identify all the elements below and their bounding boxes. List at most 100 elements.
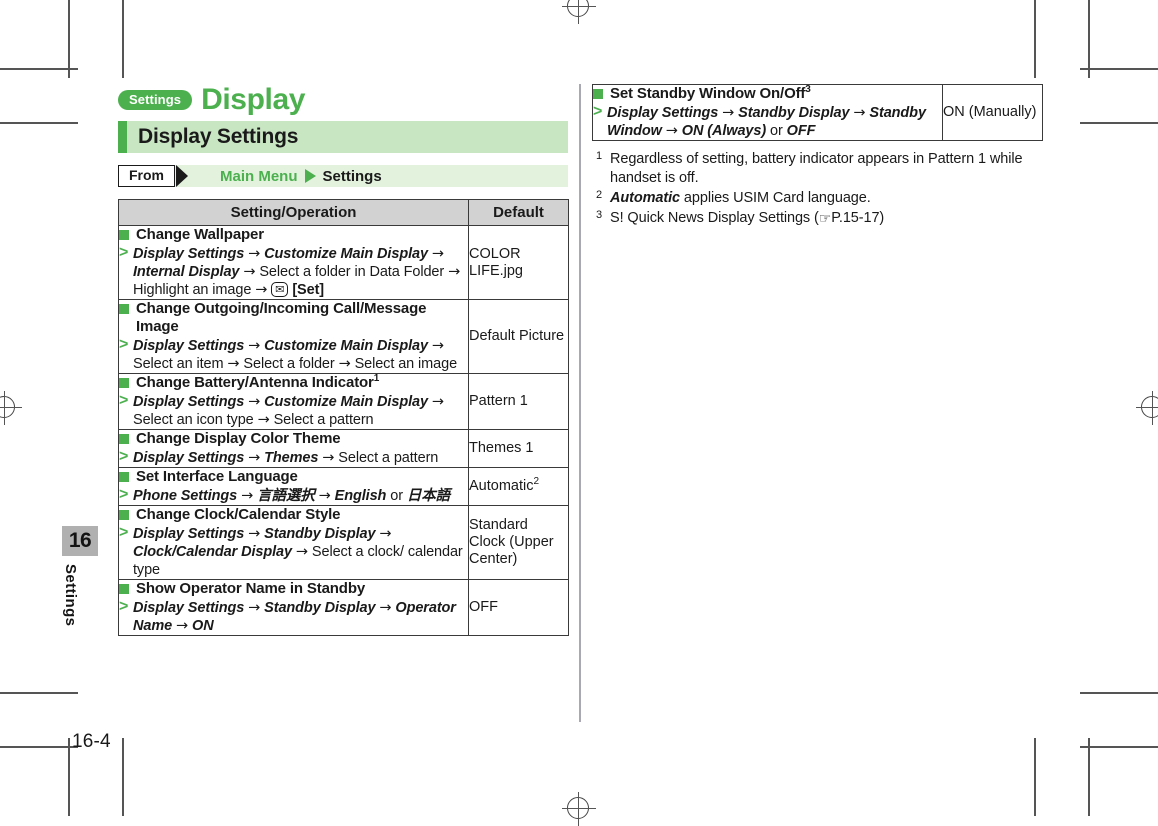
- column-header-setting-operation: Setting/Operation: [118, 199, 469, 226]
- step-menu-item: Clock/Calendar Display: [133, 544, 292, 560]
- step-menu-item: Display Settings: [133, 394, 245, 410]
- table-row: Change Clock/Calendar Style > Display Sett…: [118, 505, 569, 580]
- operation-steps: > Display Settings → Standby Display → St…: [593, 103, 942, 140]
- step-arrow-icon: →: [322, 450, 335, 466]
- from-marker: From: [118, 165, 188, 187]
- step-menu-item: 言語選択: [257, 488, 315, 504]
- setting-name: Set Interface Language: [119, 468, 468, 486]
- step-key-label: [Set]: [292, 282, 325, 298]
- step-arrow-icon: →: [295, 544, 308, 560]
- bullet-square-icon: [119, 472, 129, 482]
- step-arrow-icon: →: [248, 246, 261, 262]
- step-menu-item: 日本語: [406, 488, 451, 504]
- settings-table: Setting/Operation Default Change Wallpap…: [118, 199, 569, 636]
- page-title-text: Display: [201, 83, 306, 116]
- step-menu-item: Internal Display: [133, 264, 240, 280]
- setting-operation-cell: Change Battery/Antenna Indicator1 > Displa…: [118, 373, 469, 430]
- step-arrow-icon: →: [665, 123, 678, 139]
- left-column: Settings Display Display Settings From M…: [118, 83, 569, 636]
- bullet-square-icon: [119, 230, 129, 240]
- setting-operation-cell: Set Interface Language > Phone Settings → …: [118, 467, 469, 506]
- step-arrow-icon: →: [338, 356, 351, 372]
- step-arrow-icon: →: [241, 488, 254, 504]
- section-header-text: Display Settings: [138, 125, 299, 148]
- setting-operation-cell: Change Clock/Calendar Style > Display Sett…: [118, 505, 469, 580]
- manual-page: 16 Settings 16-4 Settings Display Displa…: [0, 0, 1158, 816]
- step-text: or: [770, 123, 783, 139]
- table-row: Set Interface Language > Phone Settings → …: [118, 467, 569, 506]
- step-menu-item: Customize Main Display: [264, 246, 428, 262]
- step-menu-item: ON: [192, 618, 214, 634]
- step-menu-item: Display Settings: [607, 105, 719, 121]
- step-menu-item: Standby Display: [738, 105, 850, 121]
- step-arrow-icon: →: [318, 488, 331, 504]
- step-menu-item: Display Settings: [133, 526, 245, 542]
- table-row: Change Wallpaper > Display Settings → Cust…: [118, 225, 569, 300]
- step-menu-item: Customize Main Display: [264, 394, 428, 410]
- footnote: 3 S! Quick News Display Settings (☞P.15-1…: [594, 209, 1042, 229]
- bullet-square-icon: [119, 304, 129, 314]
- bullet-square-icon: [593, 89, 603, 99]
- step-text: Highlight an image: [133, 282, 252, 298]
- setting-name: Change Clock/Calendar Style: [119, 506, 468, 524]
- operation-steps: > Display Settings → Customize Main Displ…: [119, 336, 468, 373]
- step-arrow-icon: →: [248, 600, 261, 616]
- step-arrow-icon: →: [257, 412, 270, 428]
- setting-name: Set Standby Window On/Off3: [593, 85, 942, 103]
- step-marker-icon: >: [119, 448, 129, 465]
- step-marker-icon: >: [119, 598, 129, 615]
- default-value-cell: OFF: [468, 579, 569, 636]
- table-header-row: Setting/Operation Default: [118, 199, 569, 226]
- default-value-cell: Default Picture: [468, 299, 569, 374]
- default-value-cell: Pattern 1: [468, 373, 569, 430]
- step-arrow-icon: →: [722, 105, 735, 121]
- step-text: Select a pattern: [338, 450, 439, 466]
- step-text: Select an icon type: [133, 412, 254, 428]
- default-value-cell: COLOR LIFE.jpg: [468, 225, 569, 300]
- operation-steps: > Phone Settings → 言語選択 → English or 日本語: [119, 486, 468, 505]
- envelope-key-icon: ✉: [271, 282, 289, 297]
- step-text: Select a folder in Data Folder: [259, 264, 445, 280]
- step-menu-item: Display Settings: [133, 600, 245, 616]
- settings-table-continued: Set Standby Window On/Off3 > Display Setti…: [592, 84, 1043, 141]
- step-arrow-icon: →: [431, 338, 444, 354]
- default-value-cell: ON (Manually): [942, 84, 1043, 141]
- section-accent-bar: [118, 121, 127, 153]
- table-row: Show Operator Name in Standby > Display Se…: [118, 579, 569, 636]
- column-divider: [579, 84, 581, 722]
- step-menu-item: Standby Display: [264, 600, 376, 616]
- operation-steps: > Display Settings → Standby Display → Op…: [119, 598, 468, 635]
- bullet-square-icon: [119, 378, 129, 388]
- footnote-marker: 3: [805, 84, 811, 95]
- step-menu-item: Phone Settings: [133, 488, 238, 504]
- footnote-marker: 2: [533, 476, 540, 488]
- footnote-page-reference: P.15-17: [831, 210, 880, 226]
- step-text: Select a pattern: [273, 412, 374, 428]
- setting-operation-cell: Set Standby Window On/Off3 > Display Setti…: [592, 84, 943, 141]
- step-marker-icon: >: [593, 103, 603, 120]
- footnote-marker: 1: [373, 373, 380, 384]
- settings-table-continued-body: Set Standby Window On/Off3 > Display Setti…: [592, 84, 1043, 141]
- step-text: or: [390, 488, 403, 504]
- step-menu-item: Display Settings: [133, 338, 245, 354]
- chapter-side-tab: 16 Settings: [62, 526, 98, 642]
- breadcrumb-item-settings: Settings: [322, 167, 382, 185]
- category-badge: Settings: [118, 90, 193, 110]
- table-row: Change Display Color Theme > Display Setti…: [118, 429, 569, 468]
- chapter-number: 16: [62, 526, 98, 556]
- step-arrow-icon: →: [448, 264, 461, 280]
- step-text: Select an item: [133, 356, 224, 372]
- step-arrow-icon: →: [255, 282, 268, 298]
- default-value-cell: Themes 1: [468, 429, 569, 468]
- step-text: Select a folder: [243, 356, 335, 372]
- step-arrow-icon: →: [431, 394, 444, 410]
- default-value-cell: Automatic2: [468, 467, 569, 506]
- step-arrow-icon: →: [248, 394, 261, 410]
- operation-steps: > Display Settings → Customize Main Displ…: [119, 244, 468, 299]
- step-arrow-icon: →: [176, 618, 189, 634]
- step-arrow-icon: →: [227, 356, 240, 372]
- step-menu-item: Display Settings: [133, 246, 245, 262]
- from-arrow-icon: [176, 165, 188, 187]
- step-arrow-icon: →: [243, 264, 256, 280]
- settings-table-body: Change Wallpaper > Display Settings → Cust…: [118, 225, 569, 636]
